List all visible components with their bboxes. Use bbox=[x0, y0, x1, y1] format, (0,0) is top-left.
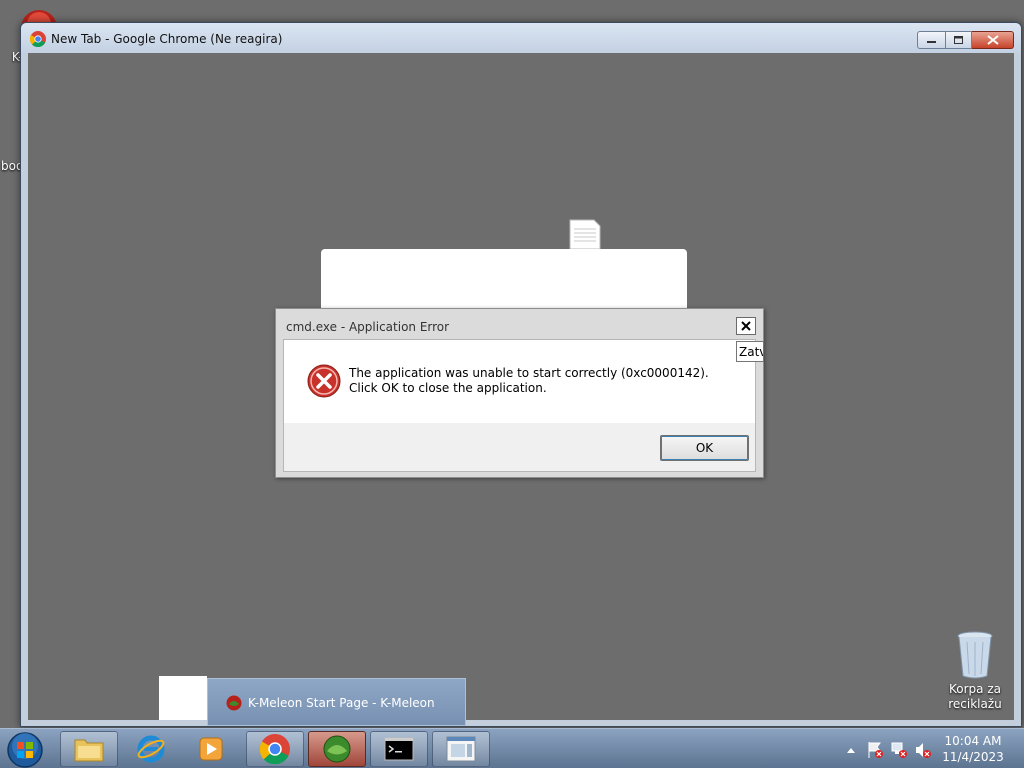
k-meleon-icon bbox=[226, 695, 242, 711]
k-meleon-icon bbox=[323, 735, 351, 763]
taskbar-preview[interactable]: K-Meleon Start Page - K-Meleon bbox=[207, 678, 466, 726]
folder-icon bbox=[74, 739, 104, 762]
ok-button[interactable]: OK bbox=[660, 435, 749, 461]
control-panel-icon bbox=[446, 736, 476, 762]
recycle-bin-icon bbox=[957, 631, 993, 679]
taskbar-chrome[interactable] bbox=[246, 731, 304, 767]
internet-explorer-icon bbox=[137, 735, 165, 763]
taskbar-media-player[interactable] bbox=[182, 731, 240, 767]
taskbar-clock[interactable]: 10:04 AM 11/4/2023 bbox=[930, 733, 1016, 765]
taskbar-cmd[interactable] bbox=[370, 731, 428, 767]
taskbar: 10:04 AM 11/4/2023 bbox=[0, 728, 1024, 768]
media-player-icon bbox=[199, 737, 223, 761]
application-error-dialog: cmd.exe - Application Error The applicat… bbox=[275, 308, 764, 478]
text-file-icon bbox=[569, 219, 601, 249]
taskbar-k-meleon[interactable] bbox=[308, 731, 366, 767]
close-tooltip: Zatvo bbox=[736, 341, 764, 362]
taskbar-internet-explorer[interactable] bbox=[122, 731, 180, 767]
taskbar-control-panel[interactable] bbox=[432, 731, 490, 767]
dialog-close-button[interactable] bbox=[736, 317, 756, 335]
error-icon bbox=[307, 364, 341, 398]
close-icon bbox=[741, 321, 751, 331]
taskbar-explorer[interactable] bbox=[60, 731, 118, 767]
dialog-title: cmd.exe - Application Error bbox=[286, 320, 450, 334]
start-button[interactable] bbox=[6, 731, 44, 768]
close-icon bbox=[986, 35, 999, 45]
clock-date: 11/4/2023 bbox=[942, 750, 1004, 764]
desktop-icon-recycle-bin[interactable]: Korpa za reciklažu bbox=[937, 630, 1013, 712]
minimize-button[interactable] bbox=[917, 31, 946, 49]
clock-time: 10:04 AM bbox=[944, 734, 1002, 748]
action-center-icon[interactable] bbox=[866, 741, 884, 759]
desktop-icon-label: Korpa za reciklažu bbox=[948, 682, 1002, 711]
error-message: The application was unable to start corr… bbox=[349, 366, 709, 395]
chrome-icon bbox=[260, 734, 290, 764]
cmd-icon bbox=[384, 737, 414, 761]
close-button[interactable] bbox=[972, 31, 1014, 49]
minimize-icon bbox=[926, 41, 936, 43]
maximize-button[interactable] bbox=[946, 31, 972, 49]
preview-label: K-Meleon Start Page - K-Meleon bbox=[248, 696, 435, 710]
network-icon[interactable] bbox=[890, 741, 908, 759]
show-hidden-icons-icon[interactable] bbox=[846, 746, 856, 754]
dialog-footer: OK bbox=[284, 423, 755, 471]
chrome-titlebar[interactable]: New Tab - Google Chrome (Ne reagira) bbox=[21, 23, 1021, 53]
dialog-body: The application was unable to start corr… bbox=[283, 339, 756, 472]
taskbar-preview-thumbnail[interactable] bbox=[159, 676, 207, 720]
unresponsive-window-remnant bbox=[321, 249, 687, 309]
window-title: New Tab - Google Chrome (Ne reagira) bbox=[51, 32, 283, 46]
maximize-icon bbox=[953, 35, 963, 44]
chrome-icon bbox=[30, 31, 46, 47]
